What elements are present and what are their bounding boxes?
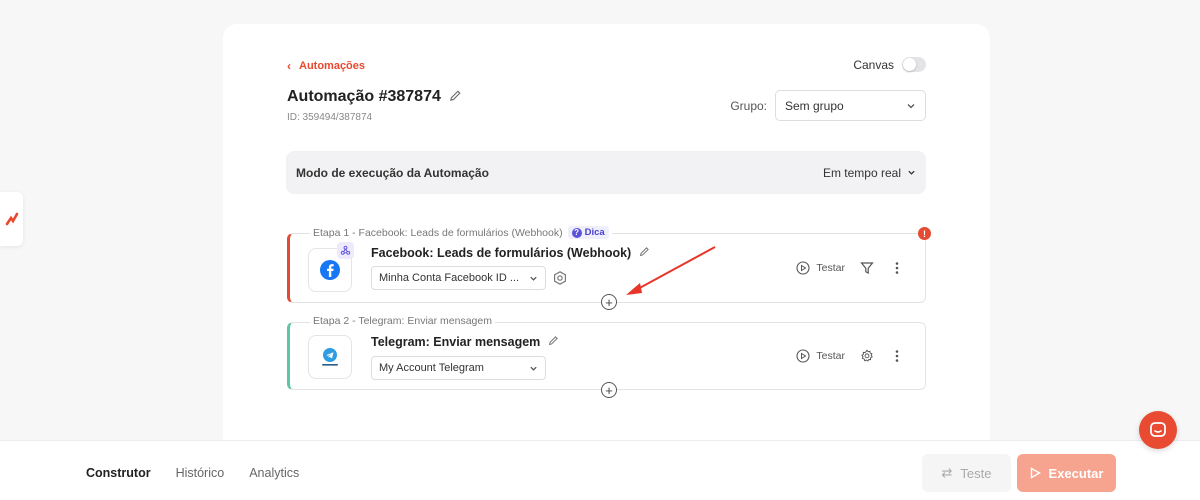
- step-1-name: Facebook: Leads de formulários (Webhook): [371, 246, 650, 260]
- step-1-card[interactable]: Etapa 1 - Facebook: Leads de formulários…: [287, 226, 931, 310]
- telegram-app-icon: [308, 335, 352, 379]
- facebook-icon: [320, 260, 340, 280]
- filter-icon[interactable]: [859, 260, 875, 276]
- back-link-label: Automações: [299, 60, 366, 72]
- chevron-down-icon: [530, 276, 537, 281]
- execute-button-label: Executar: [1048, 465, 1104, 481]
- step-1-actions: Testar: [796, 260, 905, 276]
- webhook-badge: [337, 242, 354, 259]
- group-select[interactable]: Sem grupo: [775, 90, 926, 121]
- group-selector: Grupo: Sem grupo: [730, 90, 926, 121]
- step-2-label: Etapa 2 - Telegram: Enviar mensagem: [310, 315, 495, 327]
- execution-mode-value: Em tempo real: [822, 165, 901, 180]
- automation-card: ‹ Automações Canvas Automação #387874 ID…: [223, 24, 990, 464]
- annotation-arrow-icon: [626, 246, 716, 295]
- group-label: Grupo:: [730, 98, 767, 113]
- step-1-test-button[interactable]: Testar: [796, 261, 845, 275]
- step-1-label-text: Etapa 1 - Facebook: Leads de formulários…: [313, 226, 563, 239]
- step-2-account-value: My Account Telegram: [379, 362, 484, 374]
- chevron-down-icon: [530, 366, 537, 371]
- execution-mode-dropdown[interactable]: Em tempo real: [823, 166, 916, 180]
- tab-historico[interactable]: Histórico: [176, 466, 225, 480]
- play-icon: [1030, 467, 1041, 479]
- tab-construtor[interactable]: Construtor: [86, 466, 151, 480]
- webhook-icon: [340, 245, 351, 255]
- step-2-card[interactable]: Etapa 2 - Telegram: Enviar mensagem Tele…: [287, 315, 926, 398]
- step-1-test-label: Testar: [816, 262, 845, 274]
- test-button-label: Teste: [960, 465, 992, 481]
- tab-analytics[interactable]: Analytics: [249, 466, 299, 480]
- step-2-label-text: Etapa 2 - Telegram: Enviar mensagem: [313, 315, 492, 327]
- step-2-account-select[interactable]: My Account Telegram: [371, 356, 546, 380]
- canvas-label: Canvas: [853, 57, 894, 72]
- telegram-icon: [322, 348, 338, 366]
- swap-arrows-icon: ⇄: [941, 465, 953, 480]
- tip-badge[interactable]: ? Dica: [567, 226, 609, 239]
- gear-icon[interactable]: [859, 348, 875, 364]
- play-circle-icon: [796, 261, 810, 275]
- step-2-test-label: Testar: [816, 350, 845, 362]
- alert-icon[interactable]: !: [918, 227, 931, 240]
- side-panel-tab[interactable]: [0, 192, 23, 246]
- step-2-actions: Testar: [796, 348, 905, 364]
- tip-label: Dica: [584, 227, 605, 238]
- group-select-value: Sem grupo: [785, 98, 844, 113]
- chevron-left-icon: ‹: [287, 59, 291, 73]
- step-2-test-button[interactable]: Testar: [796, 349, 845, 363]
- footer-tabs: Construtor Histórico Analytics: [86, 466, 299, 480]
- add-step-plus-icon[interactable]: +: [601, 382, 617, 398]
- chevron-down-icon: [907, 103, 915, 108]
- test-button[interactable]: ⇄ Teste: [922, 454, 1011, 492]
- brand-logo-icon: [5, 212, 18, 226]
- step-1-label: Etapa 1 - Facebook: Leads de formulários…: [310, 226, 612, 239]
- add-step-plus-icon[interactable]: +: [601, 294, 617, 310]
- canvas-switch[interactable]: [902, 57, 926, 72]
- bottom-bar: Construtor Histórico Analytics ⇄ Teste E…: [0, 440, 1200, 500]
- more-options-icon[interactable]: [889, 348, 905, 364]
- step-1-account-value: Minha Conta Facebook ID ...: [379, 272, 520, 284]
- chat-icon: [1150, 422, 1166, 437]
- canvas-toggle-group: Canvas: [853, 57, 926, 72]
- play-circle-icon: [796, 349, 810, 363]
- chat-support-button[interactable]: [1139, 411, 1177, 449]
- automation-title: Automação #387874: [287, 88, 441, 105]
- automation-id: ID: 359494/387874: [287, 112, 373, 123]
- execute-button[interactable]: Executar: [1017, 454, 1116, 492]
- execution-mode-label: Modo de execução da Automação: [296, 165, 489, 180]
- account-settings-gear-icon[interactable]: [552, 270, 568, 286]
- chevron-down-icon: [908, 170, 915, 175]
- more-options-icon[interactable]: [889, 260, 905, 276]
- step-1-account-select[interactable]: Minha Conta Facebook ID ...: [371, 266, 546, 290]
- page-title: Automação #387874: [287, 88, 462, 106]
- edit-step-pencil-icon[interactable]: [548, 335, 559, 349]
- question-icon: ?: [571, 227, 582, 238]
- step-2-name: Telegram: Enviar mensagem: [371, 335, 559, 349]
- step-2-name-text: Telegram: Enviar mensagem: [371, 335, 541, 349]
- back-to-automations-link[interactable]: ‹ Automações: [287, 59, 365, 73]
- step-1-name-text: Facebook: Leads de formulários (Webhook): [371, 246, 632, 260]
- edit-title-pencil-icon[interactable]: [449, 89, 462, 105]
- execution-mode-bar: Modo de execução da Automação Em tempo r…: [286, 151, 926, 194]
